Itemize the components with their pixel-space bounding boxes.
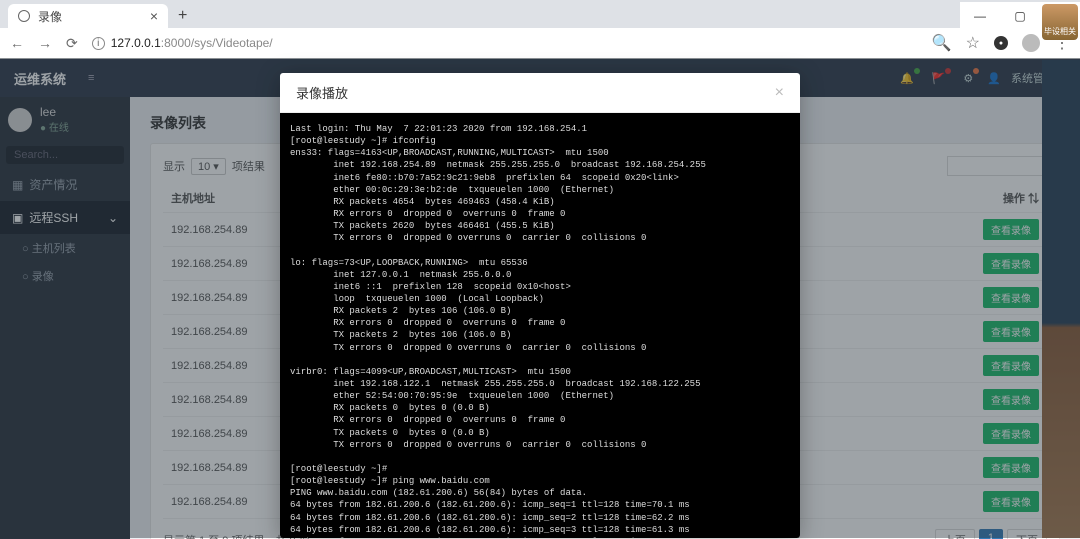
minimize-button[interactable]: — bbox=[960, 2, 1000, 30]
back-button[interactable]: ← bbox=[10, 35, 24, 51]
reload-button[interactable]: ⟳ bbox=[66, 35, 78, 52]
modal-title: 录像播放 bbox=[296, 83, 348, 102]
maximize-button[interactable]: ▢ bbox=[1000, 2, 1040, 30]
search-icon[interactable]: 🔍 bbox=[932, 33, 952, 53]
url-text: 127.0.0.1:8000/sys/Videotape/ bbox=[111, 36, 273, 50]
browser-tab[interactable]: 录像 × bbox=[8, 4, 168, 29]
desktop-folder-icon[interactable]: 毕设相关 bbox=[1042, 4, 1078, 40]
tab-title: 录像 bbox=[38, 8, 62, 25]
modal-overlay[interactable]: 录像播放 × Last login: Thu May 7 22:01:23 20… bbox=[0, 58, 1080, 538]
modal-close-icon[interactable]: × bbox=[775, 84, 784, 102]
forward-button[interactable]: → bbox=[38, 35, 52, 51]
extension-icon[interactable]: ● bbox=[994, 36, 1008, 50]
globe-icon bbox=[18, 10, 30, 22]
playback-modal: 录像播放 × Last login: Thu May 7 22:01:23 20… bbox=[280, 73, 800, 538]
bookmark-icon[interactable]: ☆ bbox=[966, 33, 980, 53]
terminal-output[interactable]: Last login: Thu May 7 22:01:23 2020 from… bbox=[280, 113, 800, 538]
address-bar: ← → ⟳ i 127.0.0.1:8000/sys/Videotape/ 🔍 … bbox=[0, 28, 1080, 58]
new-tab-button[interactable]: + bbox=[168, 7, 197, 25]
tab-bar: 录像 × + — ▢ ✕ bbox=[0, 0, 1080, 28]
tab-close-icon[interactable]: × bbox=[150, 8, 158, 24]
site-info-icon[interactable]: i bbox=[92, 37, 105, 50]
url-box[interactable]: i 127.0.0.1:8000/sys/Videotape/ bbox=[92, 36, 918, 50]
browser-chrome: 录像 × + — ▢ ✕ ← → ⟳ i 127.0.0.1:8000/sys/… bbox=[0, 0, 1080, 59]
